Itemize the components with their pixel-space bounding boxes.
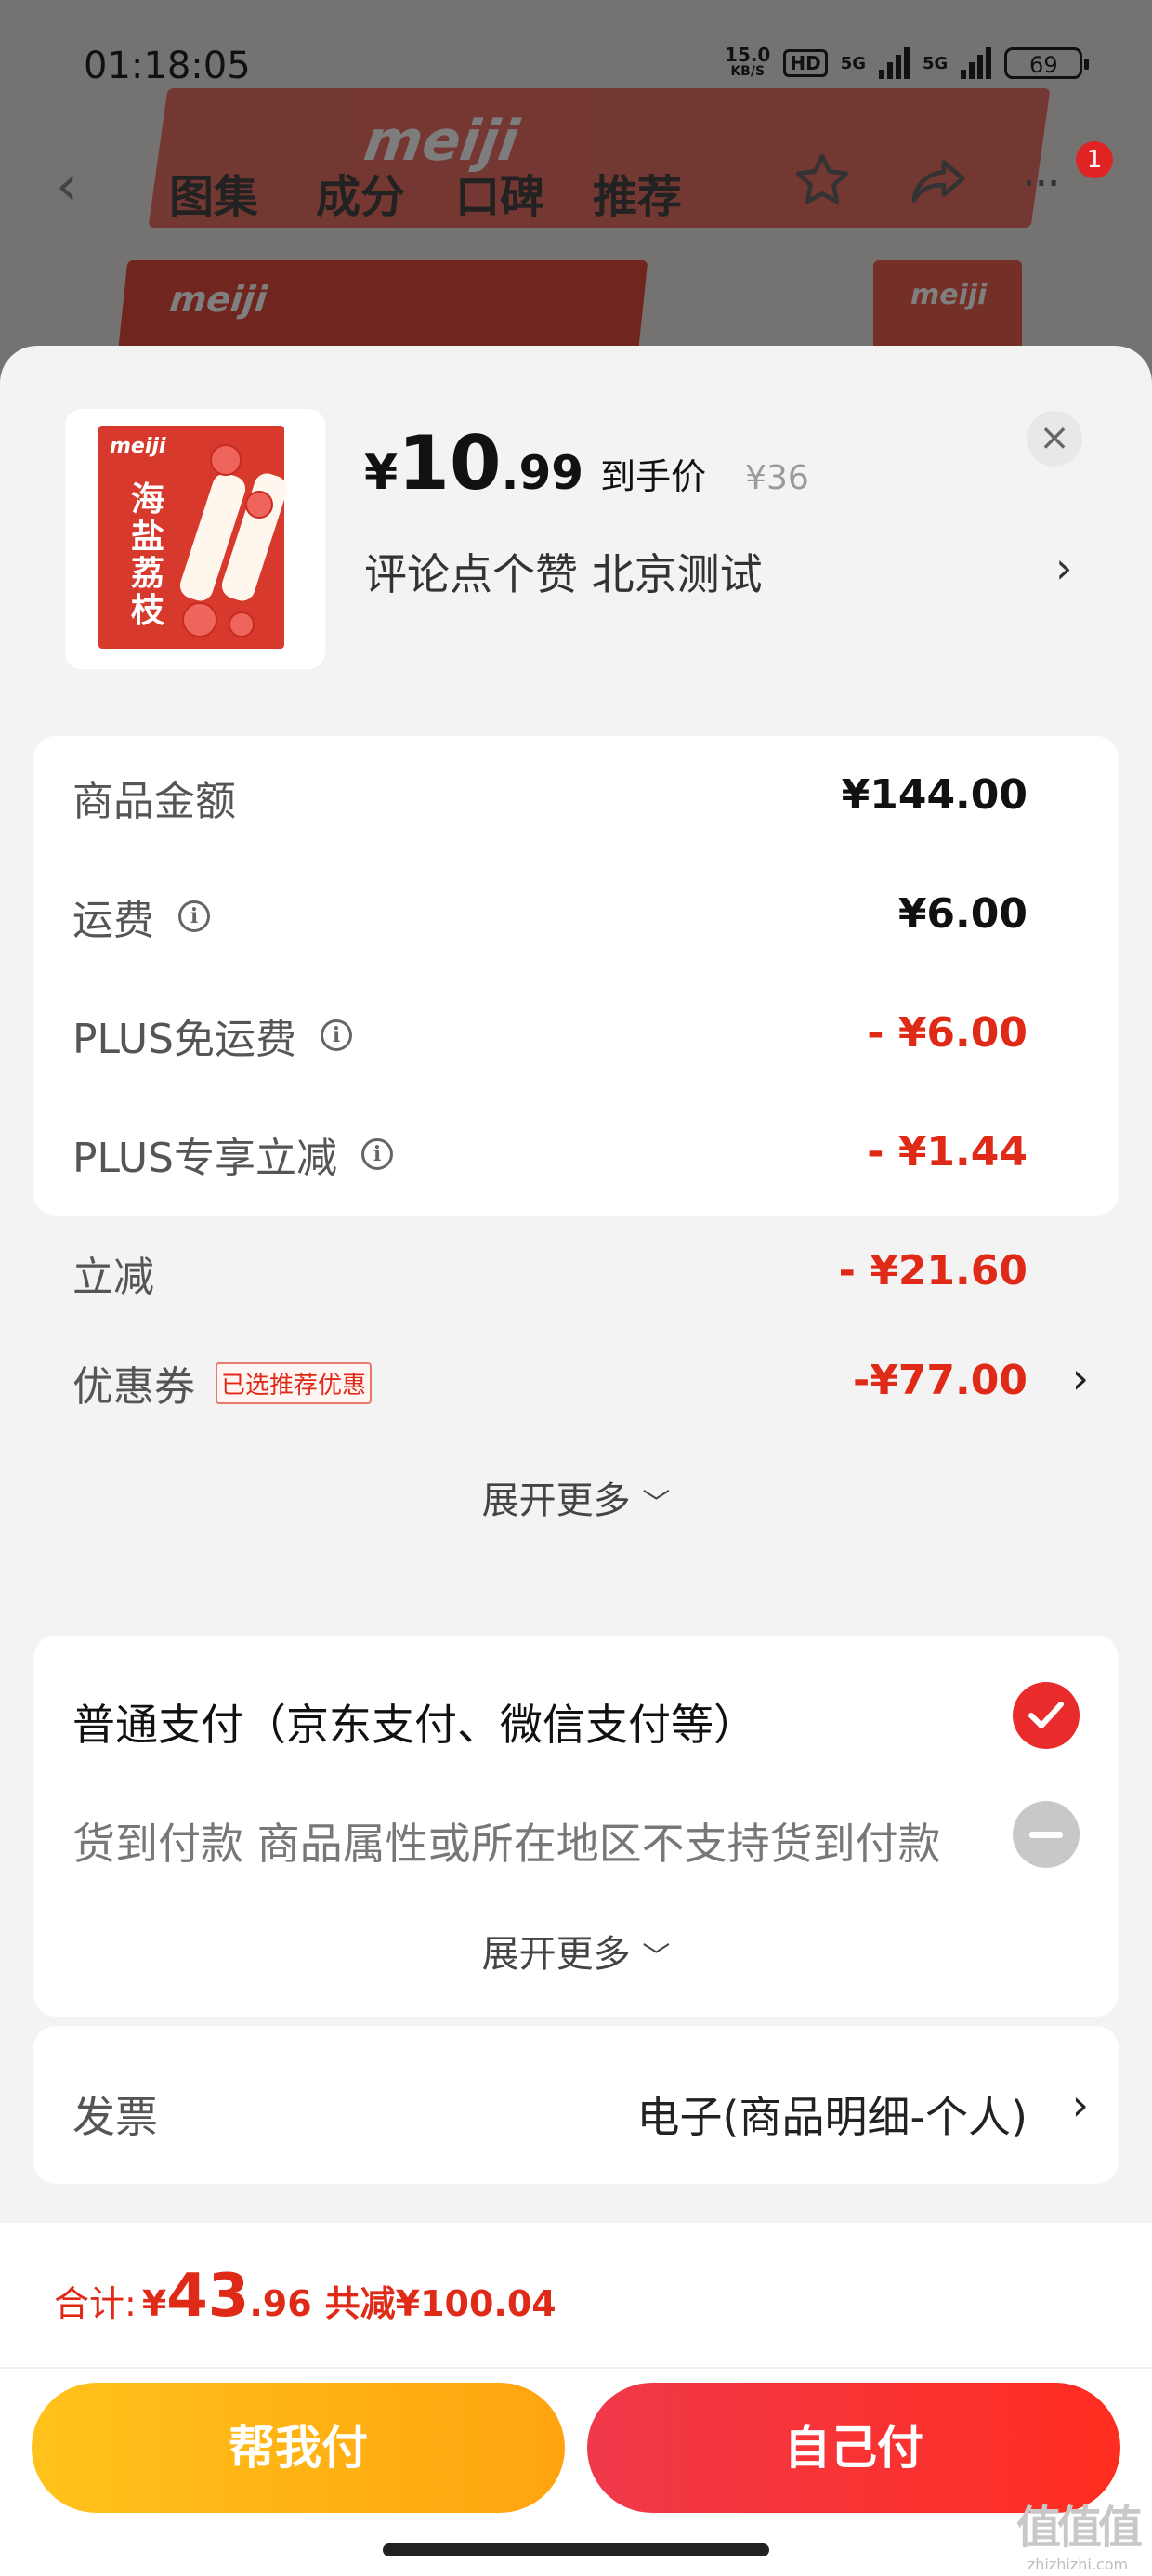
thumb-brand: meiji — [110, 435, 166, 458]
price-row-label: 优惠券 — [72, 1363, 195, 1411]
help-pay-button[interactable]: 帮我付 — [32, 2383, 565, 2513]
total-saving: 共减¥100.04 — [324, 2283, 556, 2324]
product-summary: meiji 海盐荔枝 ¥ 10 .99 到手价 ¥36 评论点个赞 北京测试 ›… — [0, 346, 1152, 717]
chevron-down-icon: ﹀ — [642, 1941, 671, 1974]
payment-method-card: 普通支付（京东支付、微信支付等） 货到付款 商品属性或所在地区不支持货到付款 展… — [33, 1636, 1119, 2017]
expand-more-label: 展开更多 — [481, 1933, 631, 1976]
total-label: 合计: — [54, 2283, 137, 2324]
watermark-url: zhizhizhi.com — [1027, 2556, 1129, 2573]
invoice-value[interactable]: 电子(商品明细-个人) — [637, 2083, 1028, 2145]
expand-more-button[interactable]: 展开更多 ﹀ — [33, 1470, 1119, 1524]
tab-ingredients[interactable]: 成分 — [316, 160, 405, 225]
tab-recommend[interactable]: 推荐 — [593, 160, 682, 225]
divider — [0, 2367, 1152, 2369]
network-speed: 15.0 KB/S — [725, 44, 771, 79]
invoice-card[interactable]: 发票 电子(商品明细-个人) › — [33, 2026, 1119, 2184]
watermark-logo: 值值值 — [1015, 2502, 1143, 2554]
payment-normal-label[interactable]: 普通支付（京东支付、微信支付等） — [72, 1691, 756, 1753]
product-thumbnail[interactable]: meiji 海盐荔枝 — [65, 409, 325, 669]
battery-icon: 69 — [1004, 47, 1090, 79]
product-top-nav: ‹ 图集 成分 口碑 推荐 ··· 1 — [0, 141, 1152, 225]
price-row-value: -¥77.00 — [852, 1357, 1028, 1404]
star-icon[interactable] — [790, 149, 855, 214]
share-icon[interactable] — [906, 149, 971, 214]
coupon-tag: 已选推荐优惠 — [216, 1361, 373, 1404]
hd-icon: HD — [783, 49, 828, 77]
invoice-label: 发票 — [72, 2092, 158, 2142]
product-page-background: meiji meiji meiji 01:18:05 15.0 KB/S HD … — [0, 0, 1152, 390]
price-breakdown-lower: 立减 - ¥21.60 优惠券 已选推荐优惠 -¥77.00 › 展开更多 ﹀ — [33, 736, 1119, 1591]
status-bar: 01:18:05 15.0 KB/S HD 5G 5G 69 — [0, 37, 1152, 102]
total-integer: 43 — [166, 2262, 250, 2331]
original-price: ¥36 — [745, 459, 809, 497]
payment-cod-label: 货到付款 商品属性或所在地区不支持货到付款 — [72, 1819, 941, 1869]
price-currency: ¥ — [364, 445, 399, 501]
home-indicator[interactable] — [383, 2543, 769, 2556]
expand-more-button[interactable]: 展开更多 ﹀ — [33, 1924, 1119, 1978]
watermark: 值值值 zhizhizhi.com — [1013, 2491, 1143, 2573]
close-button[interactable]: × — [1027, 411, 1082, 467]
more-icon[interactable]: ··· — [1022, 158, 1061, 210]
final-price-label: 到手价 — [600, 456, 707, 497]
price-integer: 10 — [398, 420, 502, 506]
chevron-down-icon: ﹀ — [642, 1488, 671, 1520]
checkout-footer: 合计: ¥ 43 .96 共减¥100.04 帮我付 自己付 值值值 zhizh… — [0, 2223, 1152, 2576]
network-type: 5G — [840, 53, 867, 73]
product-package-image: meiji 海盐荔枝 — [98, 426, 291, 649]
price-decimal: .99 — [501, 446, 584, 500]
price-row-label: 立减 — [72, 1254, 154, 1301]
tab-gallery[interactable]: 图集 — [169, 160, 258, 225]
network-type: 5G — [923, 53, 949, 73]
product-description[interactable]: 评论点个赞 北京测试 — [364, 541, 763, 602]
product-price: ¥ 10 .99 到手价 ¥36 — [364, 420, 809, 506]
chevron-right-icon[interactable]: › — [1072, 1353, 1089, 1403]
notification-badge: 1 — [1076, 141, 1113, 178]
status-time: 01:18:05 — [84, 45, 251, 87]
chevron-right-icon[interactable]: › — [1055, 543, 1072, 593]
thumb-product-name: 海盐荔枝 — [130, 480, 164, 630]
expand-more-label: 展开更多 — [481, 1479, 631, 1522]
signal-icon — [879, 47, 910, 79]
total-decimal: .96 — [249, 2283, 312, 2324]
disabled-icon — [1013, 1801, 1080, 1868]
order-total: 合计: ¥ 43 .96 共减¥100.04 — [54, 2262, 556, 2331]
checkmark-icon[interactable] — [1013, 1682, 1080, 1749]
signal-icon — [961, 47, 992, 79]
price-row: 立减 - ¥21.60 — [72, 1243, 1119, 1308]
status-icons: 15.0 KB/S HD 5G 5G 69 — [725, 44, 1090, 80]
price-row-value: - ¥21.60 — [838, 1247, 1028, 1295]
tab-reviews[interactable]: 口碑 — [455, 160, 544, 225]
total-currency: ¥ — [141, 2283, 167, 2324]
chevron-right-icon[interactable]: › — [1072, 2080, 1089, 2130]
coupon-row[interactable]: 优惠券 已选推荐优惠 -¥77.00 › — [72, 1353, 1119, 1418]
back-icon[interactable]: ‹ — [56, 158, 93, 214]
